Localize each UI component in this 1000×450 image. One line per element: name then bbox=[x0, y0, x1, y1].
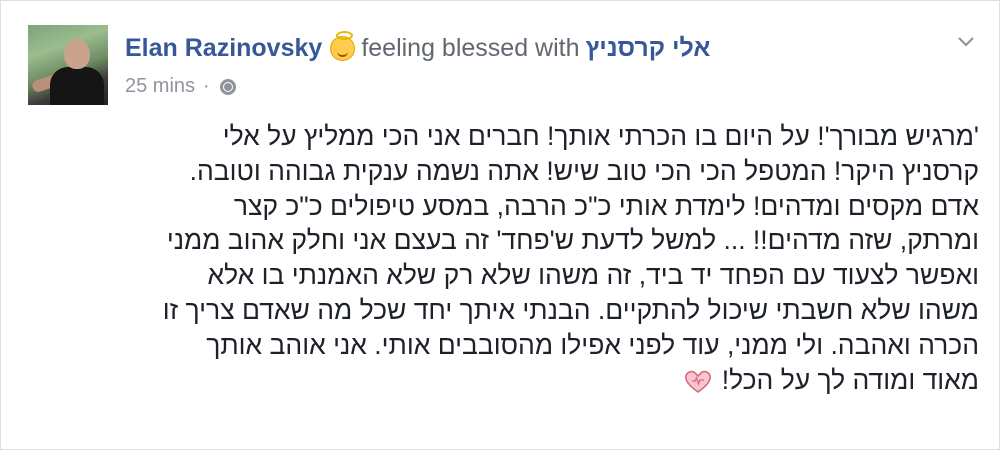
post-header: Elan Razinovsky feeling blessed with אלי… bbox=[125, 30, 711, 63]
tagged-friend-link[interactable]: אלי קרסניץ bbox=[586, 33, 711, 63]
post-text-line: משהו שלא חשבתי שיכול להתקיים. הבנתי איתך… bbox=[162, 294, 979, 325]
post-meta: 25 mins · bbox=[125, 75, 236, 98]
avatar-photo-body bbox=[50, 67, 104, 105]
feeling-text: feeling blessed with bbox=[361, 34, 580, 62]
author-name-link[interactable]: Elan Razinovsky bbox=[125, 33, 322, 63]
post-card: Elan Razinovsky feeling blessed with אלי… bbox=[0, 0, 1000, 450]
post-text-line: אדם מקסים ומדהים! לימדת אותי כ"כ הרבה, ב… bbox=[233, 190, 979, 221]
post-text-line: 'מרגיש מבורך'! על היום בו הכרתי אותך! חב… bbox=[222, 121, 979, 151]
post-text-line: הכרה ואהבה. ולי ממני, עוד לפני אפילו מהס… bbox=[206, 329, 979, 360]
post-text-final: מאוד ומודה לך על הכל! bbox=[721, 364, 979, 395]
post-text-line-last: מאוד ומודה לך על הכל! bbox=[121, 363, 979, 398]
chevron-down-icon[interactable] bbox=[956, 31, 976, 51]
post-text-line: קרסניץ היקר! המטפל הכי הכי טוב שיש! אתה … bbox=[189, 155, 979, 186]
post-text-line: ומרתק, שזה מדהים!! ... למשל לדעת ש'פחד' … bbox=[166, 225, 979, 256]
post-body: 'מרגיש מבורך'! על היום בו הכרתי אותך! חב… bbox=[121, 119, 979, 397]
timestamp-link[interactable]: 25 mins bbox=[125, 75, 195, 98]
post-text-line: ואפשר לצעוד עם הפחד יד ביד, זה משהו שלא … bbox=[207, 260, 979, 291]
smiling-face-with-halo-icon bbox=[330, 30, 356, 61]
avatar-photo-head bbox=[64, 39, 90, 69]
sparkling-heart-icon bbox=[685, 370, 712, 394]
avatar[interactable] bbox=[28, 25, 108, 105]
globe-icon[interactable] bbox=[219, 78, 236, 95]
meta-separator: · bbox=[203, 75, 210, 97]
